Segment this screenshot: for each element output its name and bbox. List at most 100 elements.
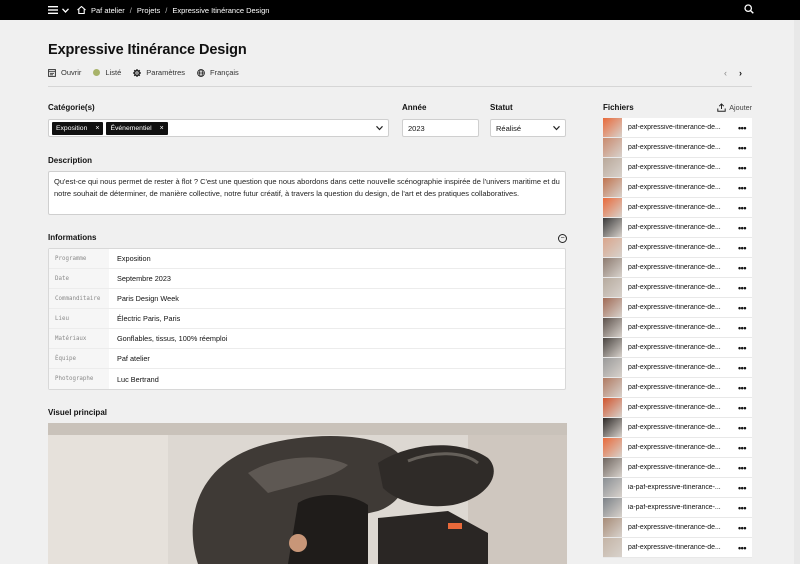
info-value[interactable]: Paris Design Week	[109, 294, 179, 303]
file-thumbnail	[603, 278, 622, 297]
add-file-button[interactable]: Ajouter	[717, 103, 752, 112]
file-row[interactable]: paf-expressive-itinerance-de... •••	[603, 278, 752, 298]
chevron-left-icon[interactable]: ‹	[724, 68, 727, 78]
categories-field[interactable]: Exposition × Événementiel ×	[48, 119, 389, 137]
info-value[interactable]: Gonflables, tissus, 100% réemploi	[109, 334, 227, 343]
more-options-icon[interactable]: •••	[732, 463, 752, 473]
file-thumbnail	[603, 298, 622, 317]
more-options-icon[interactable]: •••	[732, 443, 752, 453]
file-name: paf-expressive-itinerance-de...	[628, 224, 721, 231]
file-name: paf-expressive-itinerance-de...	[628, 204, 721, 211]
more-options-icon[interactable]: •••	[732, 343, 752, 353]
description-textarea[interactable]: Qu'est-ce qui nous permet de rester à fl…	[48, 171, 566, 215]
file-name: paf-expressive-itinerance-de...	[628, 404, 721, 411]
info-value[interactable]: Luc Bertrand	[109, 375, 159, 384]
file-row[interactable]: paf-expressive-itinerance-de... •••	[603, 418, 752, 438]
file-thumbnail	[603, 318, 622, 337]
file-row[interactable]: ia-paf-expressive-itinerance-... •••	[603, 478, 752, 498]
info-row: Commanditaire Paris Design Week	[49, 289, 565, 309]
main-visual-image[interactable]	[48, 423, 567, 564]
home-icon[interactable]	[77, 6, 86, 14]
file-thumbnail	[603, 518, 622, 537]
info-value[interactable]: Paf atelier	[109, 354, 150, 363]
more-options-icon[interactable]: •••	[732, 143, 752, 153]
status-select[interactable]: Réalisé	[490, 119, 566, 137]
file-row[interactable]: paf-expressive-itinerance-de... •••	[603, 198, 752, 218]
more-options-icon[interactable]: •••	[732, 183, 752, 193]
more-options-icon[interactable]: •••	[732, 323, 752, 333]
more-options-icon[interactable]: •••	[732, 223, 752, 233]
more-options-icon[interactable]: •••	[732, 243, 752, 253]
informations-table: Programme Exposition Date Septembre 2023 C…	[48, 248, 566, 390]
close-icon[interactable]: ×	[95, 125, 99, 132]
page-actions: Ouvrir Listé Paramètres Français	[48, 68, 239, 77]
settings-button[interactable]: Paramètres	[133, 68, 185, 77]
file-row[interactable]: paf-expressive-itinerance-de... •••	[603, 438, 752, 458]
more-options-icon[interactable]: •••	[732, 163, 752, 173]
chevron-right-icon[interactable]: ›	[739, 68, 742, 78]
files-header: Fichiers Ajouter	[603, 103, 752, 112]
info-key: Matériaux	[49, 329, 109, 348]
more-options-icon[interactable]: •••	[732, 523, 752, 533]
file-row[interactable]: paf-expressive-itinerance-de... •••	[603, 518, 752, 538]
more-options-icon[interactable]: •••	[732, 383, 752, 393]
more-options-icon[interactable]: •••	[732, 403, 752, 413]
file-row[interactable]: paf-expressive-itinerance-de... •••	[603, 338, 752, 358]
more-options-icon[interactable]: •••	[732, 123, 752, 133]
more-options-icon[interactable]: •••	[732, 483, 752, 493]
breadcrumb-site[interactable]: Paf atelier	[91, 6, 125, 15]
file-thumbnail	[603, 358, 622, 377]
file-row[interactable]: paf-expressive-itinerance-de... •••	[603, 378, 752, 398]
file-name: paf-expressive-itinerance-de...	[628, 424, 721, 431]
file-row[interactable]: paf-expressive-itinerance-de... •••	[603, 238, 752, 258]
chevron-down-icon	[553, 125, 560, 131]
page-navigation: ‹ ›	[724, 68, 742, 78]
file-row[interactable]: paf-expressive-itinerance-de... •••	[603, 538, 752, 558]
more-options-icon[interactable]: •••	[732, 283, 752, 293]
file-thumbnail	[603, 158, 622, 177]
file-row[interactable]: paf-expressive-itinerance-de... •••	[603, 178, 752, 198]
more-options-icon[interactable]: •••	[732, 263, 752, 273]
menu-button[interactable]	[48, 6, 69, 14]
close-icon[interactable]: ×	[160, 125, 164, 132]
more-options-icon[interactable]: •••	[732, 543, 752, 553]
upload-icon	[717, 103, 726, 112]
file-name: paf-expressive-itinerance-de...	[628, 344, 721, 351]
file-row[interactable]: paf-expressive-itinerance-de... •••	[603, 298, 752, 318]
search-button[interactable]	[744, 4, 754, 16]
file-row[interactable]: paf-expressive-itinerance-de... •••	[603, 158, 752, 178]
language-button[interactable]: Français	[197, 68, 239, 77]
file-row[interactable]: paf-expressive-itinerance-de... •••	[603, 458, 752, 478]
info-row: Lieu Électric Paris, Paris	[49, 309, 565, 329]
status-button[interactable]: Listé	[93, 68, 121, 77]
file-row[interactable]: paf-expressive-itinerance-de... •••	[603, 218, 752, 238]
add-file-label: Ajouter	[729, 103, 752, 112]
file-name: paf-expressive-itinerance-de...	[628, 524, 721, 531]
breadcrumb-projects[interactable]: Projets	[137, 6, 160, 15]
breadcrumb-current[interactable]: Expressive Itinérance Design	[172, 6, 269, 15]
open-label: Ouvrir	[61, 68, 82, 77]
file-row[interactable]: paf-expressive-itinerance-de... •••	[603, 358, 752, 378]
file-row[interactable]: paf-expressive-itinerance-de... •••	[603, 258, 752, 278]
file-row[interactable]: paf-expressive-itinerance-de... •••	[603, 118, 752, 138]
file-thumbnail	[603, 238, 622, 257]
file-row[interactable]: ia-paf-expressive-itinerance-... •••	[603, 498, 752, 518]
more-options-icon[interactable]: •••	[732, 423, 752, 433]
more-options-icon[interactable]: •••	[732, 303, 752, 313]
more-options-icon[interactable]: •••	[732, 203, 752, 213]
info-value[interactable]: Exposition	[109, 254, 151, 263]
file-row[interactable]: paf-expressive-itinerance-de... •••	[603, 398, 752, 418]
info-value[interactable]: Électric Paris, Paris	[109, 314, 180, 323]
chevron-down-icon[interactable]	[376, 125, 383, 131]
collapse-icon[interactable]: −	[558, 234, 567, 243]
description-label: Description	[48, 156, 93, 165]
year-input[interactable]: 2023	[402, 119, 479, 137]
file-name: paf-expressive-itinerance-de...	[628, 444, 721, 451]
open-button[interactable]: Ouvrir	[48, 68, 81, 77]
file-row[interactable]: paf-expressive-itinerance-de... •••	[603, 318, 752, 338]
more-options-icon[interactable]: •••	[732, 503, 752, 513]
info-value[interactable]: Septembre 2023	[109, 274, 171, 283]
scrollbar[interactable]	[794, 20, 800, 564]
more-options-icon[interactable]: •••	[732, 363, 752, 373]
file-row[interactable]: paf-expressive-itinerance-de... •••	[603, 138, 752, 158]
